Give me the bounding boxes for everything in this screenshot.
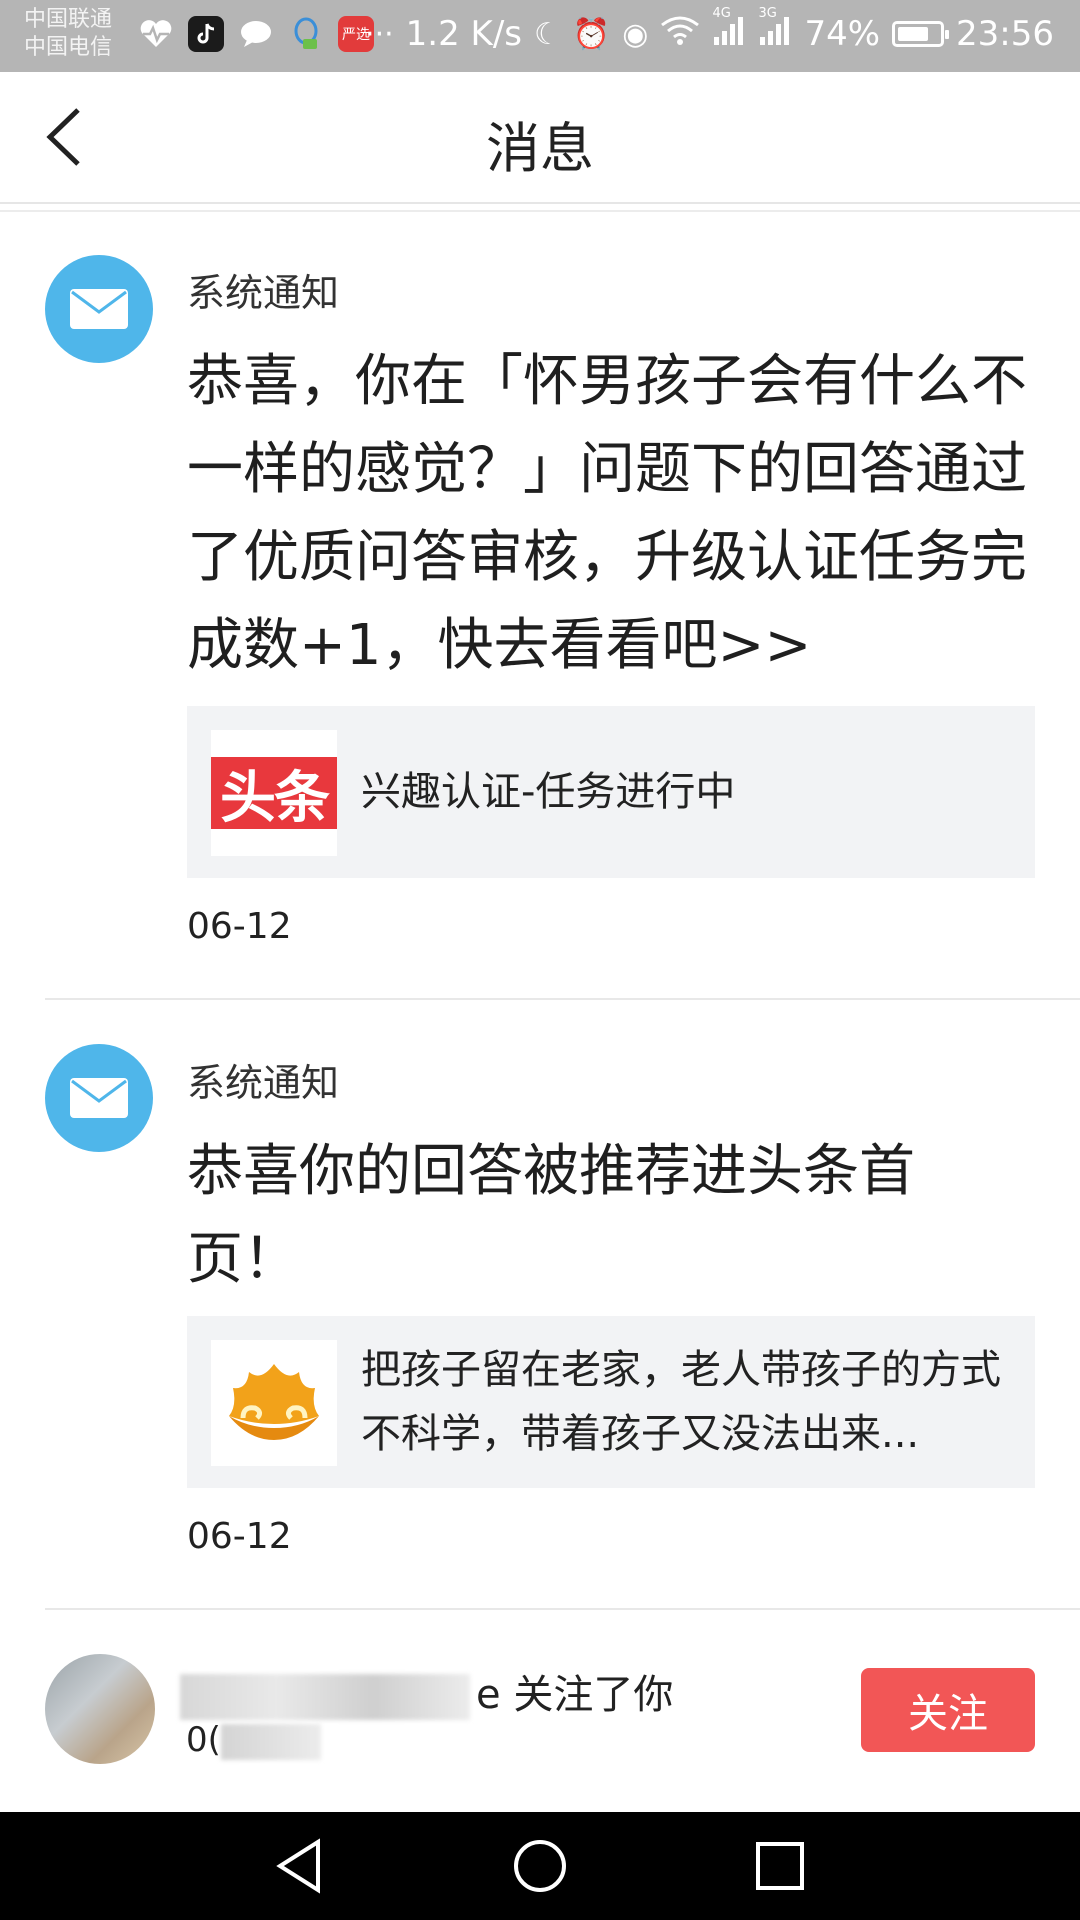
nav-back-button[interactable] [270,1836,330,1896]
system-nav-bar [0,1812,1080,1920]
divider [45,1608,1080,1610]
chat-icon [238,16,274,52]
redacted-date [220,1723,321,1760]
redacted-username [180,1674,470,1720]
triangle-back-icon [276,1838,320,1894]
tiktok-icon [188,16,224,52]
notice-attachment-card[interactable]: 把孩子留在老家，老人带孩子的方式不科学，带着孩子又没法出来... [187,1316,1035,1488]
notice-date: 06-12 [187,1516,292,1557]
nav-recents-button[interactable] [750,1836,810,1896]
toutiao-logo: 头条 [211,757,337,831]
signal-4g-icon: 4G [712,6,746,54]
system-notice-avatar [45,1044,153,1152]
follow-message[interactable]: e 关注了你 [180,1662,673,1720]
carrier-info: 中国联通 中国电信 [24,6,112,62]
follow-text: e 关注了你 [476,1672,674,1718]
signal-4g-label: 4G [712,6,731,21]
carrier-2: 中国电信 [24,35,113,60]
attachment-thumbnail: 头条 [211,730,337,856]
mail-icon [70,289,128,329]
notice-sender: 系统通知 [187,271,340,315]
notice-attachment-card[interactable]: 头条 兴趣认证-任务进行中 [187,706,1035,878]
notice-date: 06-12 [187,906,292,947]
attachment-title: 兴趣认证-任务进行中 [361,769,736,815]
follow-button[interactable]: 关注 [861,1668,1035,1752]
notification-item[interactable]: 系统通知 恭喜你的回答被推荐进头条首页！ 把孩子留在老家，老人带孩子的方式不科学… [0,1000,1080,1610]
moon-icon: ☾ [533,16,561,52]
battery-percent: 74% [804,14,881,54]
header: 消息 [0,72,1080,204]
status-bar: 中国联通 中国电信 严选 ··· 1.2 K/s ☾ ⏰ ◉ 4G 3G 74%… [0,0,1080,72]
signal-3g-icon: 3G [758,6,792,54]
attachment-thumbnail [211,1340,337,1466]
notice-sender: 系统通知 [187,1061,340,1105]
wifi-icon [660,14,700,54]
status-right: ··· 1.2 K/s ☾ ⏰ ◉ 4G 3G 74% 23:56 [365,6,1054,54]
heart-pulse-icon [138,16,174,52]
follow-date-prefix: 0( [186,1720,221,1760]
alarm-icon: ⏰ [572,16,611,52]
nav-home-button[interactable] [510,1836,570,1896]
circle-home-icon [514,1840,566,1892]
signal-3g-label: 3G [758,6,777,21]
net-speed: 1.2 K/s [405,14,522,54]
golden-cloud-icon [229,1364,319,1440]
carrier-1: 中国联通 [24,7,113,32]
battery-icon [892,21,950,47]
follow-date: 0( [186,1720,321,1760]
notice-body[interactable]: 恭喜你的回答被推荐进头条首页！ [187,1128,987,1304]
notification-icons: 严选 [138,16,374,52]
qq-icon [288,16,324,52]
system-notice-avatar [45,255,153,363]
eye-icon: ◉ [622,16,649,52]
more-dots-icon: ··· [365,16,394,52]
square-recents-icon [756,1842,804,1890]
mail-icon [70,1078,128,1118]
notice-body[interactable]: 恭喜，你在「怀男孩子会有什么不一样的感觉？」问题下的回答通过了优质问答审核，升级… [187,338,1037,690]
user-avatar[interactable] [45,1654,155,1764]
page-title: 消息 [486,117,594,180]
clock: 23:56 [956,14,1054,54]
attachment-title: 把孩子留在老家，老人带孩子的方式不科学，带着孩子又没法出来... [361,1347,1001,1457]
notification-item[interactable]: 系统通知 恭喜，你在「怀男孩子会有什么不一样的感觉？」问题下的回答通过了优质问答… [0,212,1080,998]
